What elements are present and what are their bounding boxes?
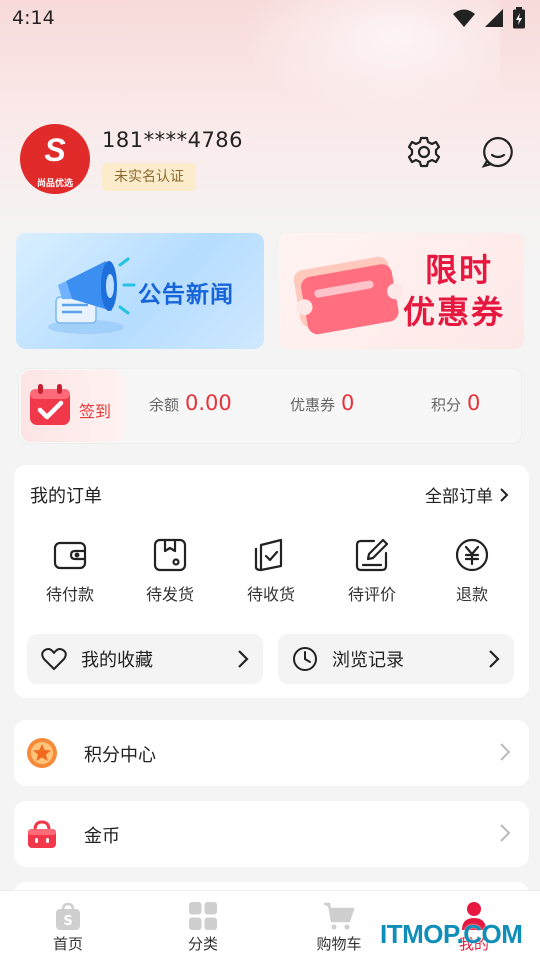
review-icon	[355, 538, 389, 572]
order-label: 待付款	[45, 585, 94, 604]
coupon-stat[interactable]: 优惠券 0	[290, 391, 354, 415]
points-label: 积分	[431, 396, 462, 414]
home-bag-icon: S	[56, 902, 80, 930]
gear-icon	[407, 136, 441, 168]
points-center-row[interactable]: 积分中心	[14, 720, 529, 786]
coupon-banner-title-line1: 限时	[425, 251, 494, 289]
coupon-ticket-icon	[293, 256, 404, 335]
order-label: 待评价	[347, 585, 396, 604]
coins-row[interactable]: 金币	[14, 801, 529, 867]
avatar[interactable]: S 尚品优选	[20, 124, 90, 194]
chat-bubble-icon	[481, 136, 513, 168]
message-button[interactable]	[480, 134, 516, 170]
clock-icon	[293, 647, 317, 671]
user-phone: 181****4786	[102, 128, 244, 152]
points-stat[interactable]: 积分 0	[431, 391, 480, 415]
avatar-logo-letter: S	[44, 132, 66, 168]
points-center-label: 积分中心	[84, 745, 156, 766]
order-label: 待收货	[246, 585, 295, 604]
signin-label: 签到	[79, 402, 112, 421]
chevron-right-icon	[500, 824, 511, 842]
settings-button[interactable]	[406, 134, 442, 170]
balance-stat[interactable]: 余额 0.00	[149, 391, 232, 415]
all-orders-label: 全部订单	[425, 487, 493, 507]
assets-card: 签到 余额 0.00 优惠券 0 积分 0	[18, 368, 522, 444]
order-pending-review[interactable]: 待评价	[332, 537, 412, 605]
calendar-check-icon	[30, 384, 70, 425]
megaphone-icon	[48, 257, 136, 334]
battery-icon	[513, 7, 525, 29]
news-banner[interactable]: 公告新闻	[16, 233, 264, 349]
orders-card: 我的订单 全部订单 待付款 待发货 待收货 待评价 退款 我的收藏 浏览记录	[14, 465, 529, 698]
coupon-value: 0	[341, 391, 355, 415]
favorites-button[interactable]: 我的收藏	[27, 634, 263, 684]
history-label: 浏览记录	[332, 650, 404, 671]
status-bar: 4:14	[0, 0, 540, 36]
status-icons	[452, 7, 526, 29]
favorites-label: 我的收藏	[81, 650, 153, 671]
watermark: ITMOP.COM	[380, 919, 523, 949]
heart-icon	[41, 648, 67, 670]
tab-label: 首页	[52, 935, 83, 953]
coupon-label: 优惠券	[290, 396, 336, 414]
chevron-right-icon	[500, 743, 511, 761]
all-orders-link[interactable]: 全部订单	[425, 482, 509, 507]
tab-cart[interactable]: 购物车	[299, 901, 379, 954]
balance-value: 0.00	[185, 391, 232, 415]
chevron-right-icon	[489, 650, 500, 668]
received-icon	[254, 538, 283, 572]
svg-text:S: S	[63, 914, 72, 929]
order-label: 退款	[455, 585, 488, 604]
balance-label: 余额	[149, 396, 180, 414]
wifi-icon	[453, 9, 475, 27]
order-label: 待发货	[145, 585, 194, 604]
coins-label: 金币	[84, 826, 120, 847]
package-icon	[153, 538, 187, 572]
order-refund[interactable]: 退款	[432, 537, 512, 605]
tab-label: 购物车	[316, 935, 362, 953]
tab-category[interactable]: 分类	[163, 901, 243, 954]
coupon-banner-title-line2: 优惠券	[403, 293, 506, 331]
chevron-right-icon	[238, 650, 249, 668]
order-pending-receipt[interactable]: 待收货	[231, 537, 311, 605]
order-pending-payment[interactable]: 待付款	[30, 537, 110, 605]
grid-icon	[189, 902, 217, 930]
order-pending-shipment[interactable]: 待发货	[130, 537, 210, 605]
yen-icon	[455, 538, 489, 572]
avatar-logo-text: 尚品优选	[36, 179, 73, 189]
orders-title: 我的订单	[30, 486, 102, 507]
points-value: 0	[467, 391, 481, 415]
cart-icon	[324, 902, 355, 930]
history-button[interactable]: 浏览记录	[278, 634, 514, 684]
tab-label: 分类	[187, 935, 218, 953]
profile-section: S 尚品优选 181****4786 未实名认证	[20, 124, 520, 196]
status-time: 4:14	[12, 7, 55, 29]
chevron-right-icon	[500, 487, 509, 502]
tab-home[interactable]: S 首页	[28, 901, 108, 954]
verify-badge[interactable]: 未实名认证	[102, 163, 196, 191]
signin-button[interactable]: 签到	[21, 370, 123, 442]
basket-icon	[28, 820, 56, 848]
signal-icon	[485, 9, 503, 27]
news-banner-title: 公告新闻	[138, 282, 234, 308]
wallet-icon	[53, 541, 87, 570]
star-badge-icon	[27, 738, 57, 768]
coupon-banner[interactable]: 限时 优惠券	[279, 233, 524, 349]
